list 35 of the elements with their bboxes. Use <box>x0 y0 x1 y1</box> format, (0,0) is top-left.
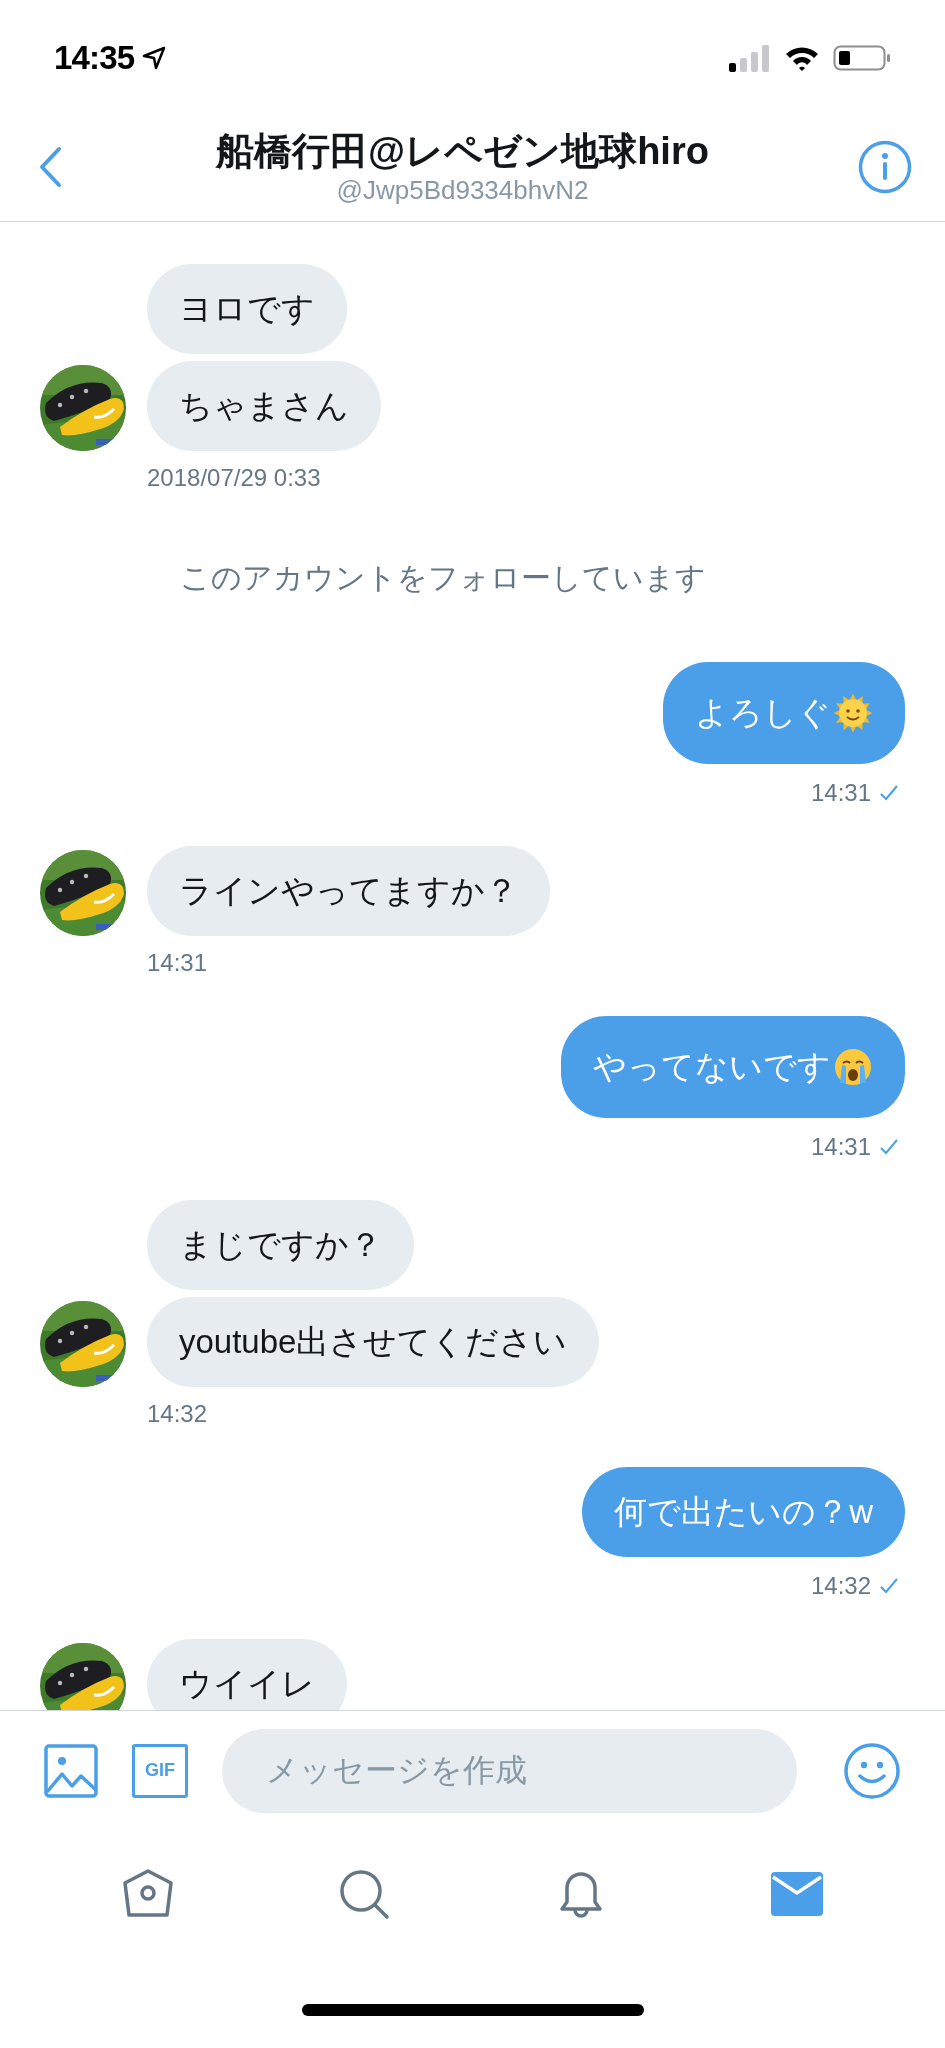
received-message-bubble: まじですか？ <box>147 1200 414 1290</box>
message-input[interactable]: メッセージを作成 <box>222 1728 797 1813</box>
received-message-bubble: ヨロです <box>147 264 347 354</box>
signal-icon <box>729 44 771 72</box>
received-message-bubble: ラインやってますか？ <box>147 846 550 936</box>
message-time: 14:32 <box>810 1571 871 1601</box>
status-time: 14:35 <box>54 38 135 79</box>
received-message-bubble: ウイイレ <box>147 1639 347 1710</box>
emoji-button[interactable] <box>843 1741 901 1800</box>
battery-icon <box>833 44 891 72</box>
back-chevron-icon <box>37 144 63 189</box>
smiley-icon <box>843 1741 901 1800</box>
follow-notice: このアカウントをフォローしています <box>179 560 706 596</box>
received-message-bubble: ちゃまさん <box>147 361 381 451</box>
message-time: 14:31 <box>810 1132 871 1162</box>
user-handle: @Jwp5Bd9334bhvN2 <box>336 173 589 206</box>
message-text: 何で出たいの？w <box>614 1492 873 1532</box>
sun-face-icon <box>833 693 873 733</box>
search-icon <box>337 1867 392 1921</box>
info-button[interactable] <box>857 138 913 195</box>
message-text: よろしぐ <box>695 693 831 733</box>
received-message-bubble: youtube出させてください <box>147 1297 600 1387</box>
message-time: 14:31 <box>147 949 208 976</box>
gif-button[interactable]: GIF <box>132 1743 188 1798</box>
image-button[interactable] <box>44 1743 98 1798</box>
conversation-title: 船橋行田@レペゼン地球hiro <box>216 128 709 174</box>
crying-face-icon <box>833 1047 873 1087</box>
location-arrow-icon <box>142 46 167 70</box>
message-time: 2018/07/29 0:33 <box>147 464 321 491</box>
envelope-icon <box>769 1871 824 1917</box>
message-time: 14:32 <box>147 1400 208 1427</box>
message-time: 14:31 <box>810 778 871 808</box>
image-icon <box>44 1743 98 1798</box>
info-icon <box>858 139 912 194</box>
message-text: やってないです <box>593 1047 831 1087</box>
